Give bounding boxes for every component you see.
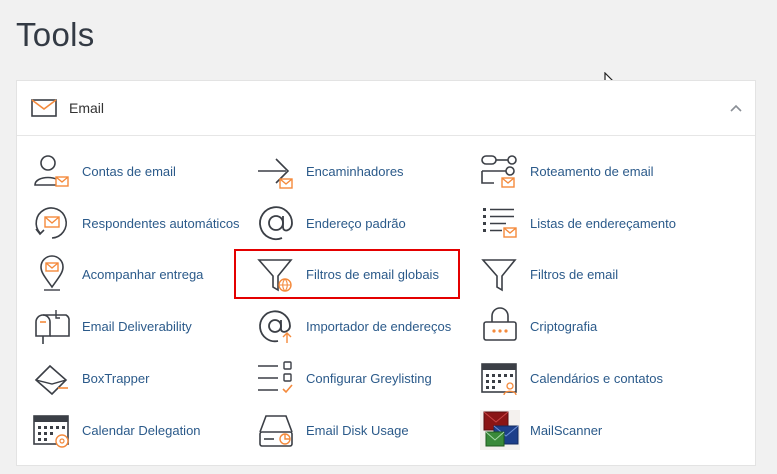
greylisting-icon [258, 361, 293, 394]
email-accounts-icon [34, 155, 69, 187]
item-label: Respondentes automáticos [82, 215, 240, 231]
item-label: Calendários e contatos [530, 370, 663, 386]
page-title: Tools [16, 16, 95, 53]
item-email-deliverability[interactable]: Email Deliverability [32, 304, 192, 348]
item-label: Filtros de email [530, 266, 619, 282]
calendar-delegation-icon [33, 415, 69, 448]
item-label: MailScanner [530, 422, 603, 438]
item-calendar-delegation[interactable]: Calendar Delegation [32, 408, 201, 452]
item-label: Configurar Greylisting [306, 370, 432, 386]
item-label: Endereço padrão [306, 215, 406, 231]
item-label: Contas de email [82, 163, 176, 179]
default-address-icon [259, 206, 293, 241]
item-label: BoxTrapper [82, 370, 150, 386]
item-encryption[interactable]: Criptografia [480, 304, 597, 348]
track-delivery-icon [40, 255, 64, 291]
email-routing-icon [481, 155, 517, 188]
mailing-lists-icon [483, 208, 517, 238]
item-label: Roteamento de email [530, 163, 654, 179]
email-panel-header[interactable]: Email [17, 81, 755, 136]
address-importer-icon [259, 310, 292, 343]
item-forwarders[interactable]: Encaminhadores [256, 149, 404, 193]
item-label: Acompanhar entrega [82, 266, 204, 282]
highlight-box [234, 249, 460, 299]
forwarders-icon [258, 158, 293, 189]
item-calendars-contacts[interactable]: Calendários e contatos [480, 356, 663, 400]
mailscanner-icon [480, 410, 520, 450]
email-filters-icon [481, 259, 517, 292]
chevron-up-icon[interactable] [729, 101, 743, 115]
item-label: Criptografia [530, 318, 598, 334]
item-label: Email Deliverability [82, 318, 192, 334]
item-boxtrapper[interactable]: BoxTrapper [32, 356, 149, 400]
email-deliverability-icon [35, 310, 70, 344]
item-mailing-lists[interactable]: Listas de endereçamento [480, 201, 676, 245]
item-email-disk-usage[interactable]: Email Disk Usage [256, 408, 409, 452]
item-email-filters[interactable]: Filtros de email [480, 252, 618, 296]
item-email-routing[interactable]: Roteamento de email [480, 149, 654, 193]
item-address-importer[interactable]: Importador de endereços [256, 304, 451, 348]
item-label: Email Disk Usage [306, 422, 409, 438]
envelope-icon [31, 99, 57, 117]
calendars-contacts-icon [481, 363, 517, 396]
autoresponders-icon [35, 207, 67, 239]
item-label: Listas de endereçamento [530, 215, 676, 231]
item-label: Encaminhadores [306, 163, 404, 179]
item-track-delivery[interactable]: Acompanhar entrega [32, 252, 203, 296]
item-greylisting[interactable]: Configurar Greylisting [256, 356, 432, 400]
boxtrapper-icon [34, 364, 68, 396]
item-autoresponders[interactable]: Respondentes automáticos [32, 201, 240, 245]
encryption-icon [483, 307, 517, 341]
email-disk-usage-icon [259, 415, 293, 447]
item-email-accounts[interactable]: Contas de email [32, 149, 176, 193]
item-default-address[interactable]: Endereço padrão [256, 201, 406, 245]
item-label: Calendar Delegation [82, 422, 201, 438]
panel-title: Email [69, 100, 105, 116]
item-label: Importador de endereços [306, 318, 452, 334]
item-mailscanner[interactable]: MailScanner [480, 408, 602, 452]
